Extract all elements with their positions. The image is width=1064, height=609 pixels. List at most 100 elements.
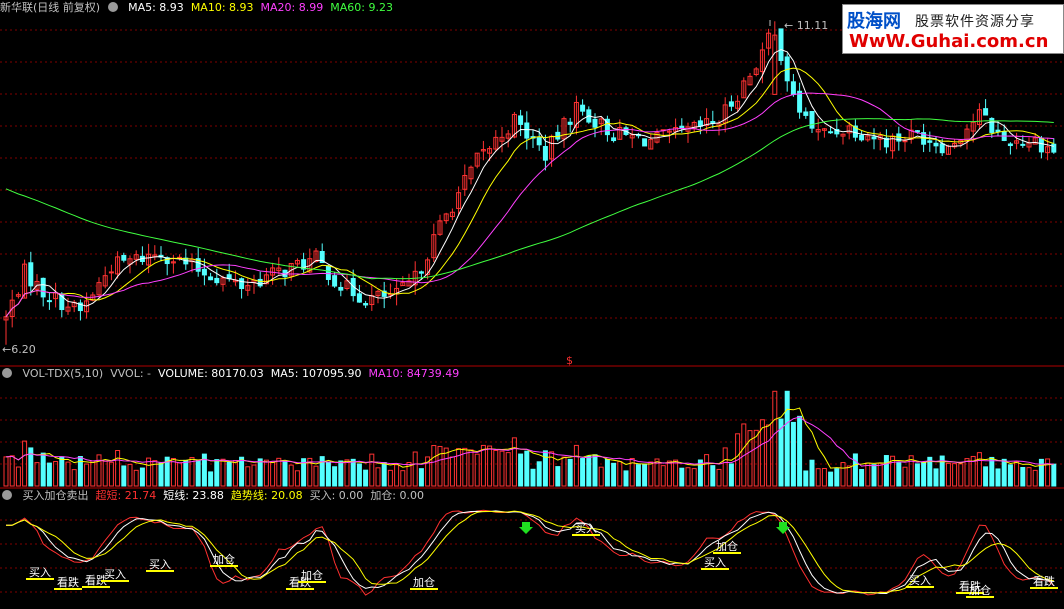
volume-bar-up <box>71 469 77 487</box>
volume-bar-down <box>226 461 232 487</box>
volume-bar-up <box>220 458 226 487</box>
volume-bar-down <box>139 467 145 487</box>
volume-bar-up <box>400 470 406 487</box>
volume-bar-up <box>617 461 623 487</box>
ma20-line <box>5 92 1054 318</box>
candle-down <box>580 104 586 112</box>
watermark-logo: 股海网 股票软件资源分享 WwW.Guhai.com.cn <box>842 4 1064 54</box>
volume-bar-down <box>790 421 796 487</box>
volume-bar-up <box>846 465 852 487</box>
candle-down <box>642 138 648 147</box>
sell-arrow-icon <box>519 522 533 534</box>
ma-label-3: MA60: 9.23 <box>330 1 393 14</box>
candle-down <box>914 130 920 133</box>
volume-bar-up <box>704 454 710 487</box>
volume-bar-down <box>542 450 548 487</box>
candle-down <box>40 277 46 298</box>
signal-label: 看跌 <box>1033 574 1055 588</box>
volume-bar-down <box>580 458 586 487</box>
volume-bar-up <box>170 457 176 487</box>
volume-bar-down <box>338 460 344 487</box>
volume-bar-up <box>766 424 772 487</box>
volume-bar-up <box>480 444 486 487</box>
signal-label: 加仓 <box>969 583 991 597</box>
volume-bar-up <box>449 456 455 487</box>
volume-bar-up <box>177 462 183 487</box>
ma-legend: MA5: 8.93 MA10: 8.93 MA20: 8.99 MA60: 9.23 <box>128 1 400 14</box>
volume-bar-down <box>183 459 189 487</box>
signal-label: 买入 <box>704 556 726 569</box>
stock-chart: ← 11.11←6.20$买入看跌 看跌买入买入 加仓看跌加仓加仓买入加仓买入买入看… <box>0 19 1064 598</box>
volume-bar-up <box>753 429 759 487</box>
candle-down <box>828 131 834 134</box>
volume-bar-down <box>350 458 356 487</box>
candle-down <box>871 136 877 140</box>
volume-bar-down <box>518 453 524 487</box>
volume-bar-down <box>363 469 369 487</box>
signal-label: 加仓 <box>301 568 323 582</box>
settings-icon[interactable] <box>2 490 12 500</box>
volume-bar-up <box>691 468 697 487</box>
indicator-legend: 买入加仓卖出 超短: 21.74 短线: 23.88 趋势线: 20.08 买入: 0.… <box>23 489 432 502</box>
volume-bar-down <box>1020 467 1026 487</box>
high-price-label: ← 11.11 <box>784 19 828 32</box>
volume-bar-down <box>784 390 790 487</box>
volume-bar-down <box>896 462 902 487</box>
vol-label-4: MA10: 84739.49 <box>368 367 460 380</box>
volume-bar-down <box>567 458 573 487</box>
ma-label-2: MA20: 8.99 <box>260 1 324 14</box>
volume-bar-up <box>722 447 728 487</box>
volume-bar-up <box>474 453 480 487</box>
candle-down <box>859 134 865 141</box>
candle-down <box>214 277 220 284</box>
candle-down <box>728 101 734 107</box>
candle-down <box>1051 143 1057 153</box>
volume-bar-down <box>319 456 325 487</box>
candle-up <box>772 34 778 95</box>
volume-bar-up <box>96 454 102 487</box>
signal-underline <box>966 596 994 598</box>
volume-bar-up <box>666 460 672 487</box>
volume-bar-down <box>1038 458 1044 487</box>
candle-down <box>790 81 796 96</box>
signal-underline <box>713 552 741 554</box>
volume-bar-up <box>294 470 300 487</box>
volume-bar-down <box>40 452 46 487</box>
candle-down <box>542 146 548 161</box>
volume-bar-down <box>46 462 52 487</box>
volume-bar-down <box>635 464 641 487</box>
settings-icon[interactable] <box>107 2 118 12</box>
signal-label: 买入 <box>575 522 597 535</box>
volume-bar-down <box>356 463 362 487</box>
volume-bar-up <box>456 448 462 487</box>
volume-bar-down <box>859 469 865 487</box>
ma60-line <box>5 118 1054 280</box>
candle-down <box>363 303 369 306</box>
volume-bar-up <box>387 469 393 487</box>
signal-label: 买入 <box>149 558 171 571</box>
volume-bar-up <box>34 462 40 487</box>
vol-label-2: VOLUME: 80170.03 <box>158 367 264 380</box>
candle-down <box>1007 143 1013 147</box>
volume-bar-down <box>728 463 734 487</box>
candle-down <box>524 122 530 139</box>
volume-bar-down <box>797 415 803 487</box>
candle-down <box>803 111 809 116</box>
volume-bar-up <box>561 456 567 487</box>
signal-underline <box>572 534 600 536</box>
settings-icon[interactable] <box>2 368 12 378</box>
volume-bar-down <box>158 462 164 487</box>
watermark-slogan: 股票软件资源分享 <box>915 14 1035 30</box>
volume-bar-up <box>9 455 15 487</box>
signal-underline <box>82 586 110 588</box>
ma-label-1: MA10: 8.93 <box>190 1 254 14</box>
volume-bar-up <box>288 464 294 487</box>
volume-bar-down <box>604 458 610 487</box>
volume-bar-up <box>505 452 511 487</box>
sell-arrow-icon <box>776 522 790 534</box>
volume-bar-up <box>102 460 108 487</box>
volume-bar-up <box>493 449 499 487</box>
volume-bar-up <box>15 466 21 487</box>
volume-bar-up <box>902 466 908 487</box>
volume-legend: VOL-TDX(5,10) VVOL: - VOLUME: 80170.03 MA5:… <box>23 367 467 380</box>
